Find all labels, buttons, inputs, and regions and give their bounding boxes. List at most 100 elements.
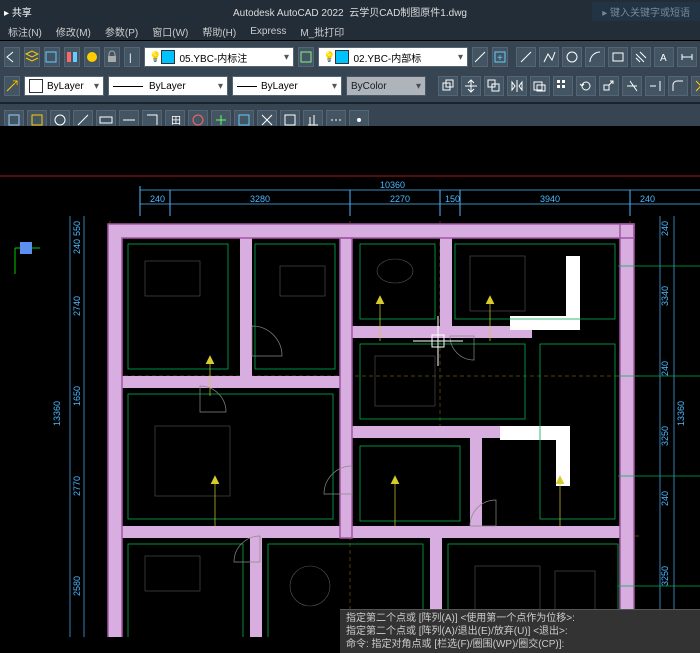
green-borders: [128, 244, 700, 637]
svg-text:240: 240: [660, 221, 670, 236]
text-icon[interactable]: A: [654, 47, 674, 67]
svg-text:3340: 3340: [660, 286, 670, 306]
svg-text:10360: 10360: [380, 180, 405, 190]
layer-name: 05.YBC-内标注: [179, 50, 247, 65]
layerstate-icon[interactable]: [298, 47, 314, 67]
line-icon[interactable]: [516, 47, 536, 67]
svg-text:13360: 13360: [676, 401, 686, 426]
menu-window[interactable]: 窗口(W): [152, 24, 188, 39]
chevron-down-icon: ▾: [218, 81, 223, 92]
layer-name: 02.YBC-内部标: [353, 50, 421, 65]
layeriso-icon[interactable]: [64, 47, 80, 67]
offset-icon[interactable]: [530, 76, 550, 96]
scale-icon[interactable]: [599, 76, 619, 96]
ribbon-top: | 💡 05.YBC-内标注 ▾ 💡 02.YBC-内部标 ▾ + A: [0, 40, 700, 103]
svg-text:+: +: [497, 53, 503, 64]
linetype-select[interactable]: ByLayer ▾: [108, 76, 228, 96]
svg-text:3250: 3250: [660, 566, 670, 586]
chevron-down-icon: ▾: [284, 52, 289, 63]
share-label[interactable]: ▸ 共享: [4, 4, 32, 19]
cmd-line-3: 命令: 指定对角点或 [栏选(F)/圈围(WP)/圈交(CP)]:: [346, 638, 694, 651]
layer-dropdown-1[interactable]: 💡 05.YBC-内标注▾: [144, 47, 294, 67]
svg-text:240: 240: [660, 491, 670, 506]
menu-annotate[interactable]: 标注(N): [8, 24, 42, 39]
svg-text:A: A: [660, 53, 667, 64]
svg-text:3280: 3280: [250, 194, 270, 204]
svg-text:2270: 2270: [390, 194, 410, 204]
cmd-line-2: 指定第二个点或 [阵列(A)/退出(E)/放弃(U)] <退出>:: [346, 625, 694, 638]
svg-text:2770: 2770: [72, 476, 82, 496]
explode-icon[interactable]: [691, 76, 700, 96]
layer-dropdown-2[interactable]: 💡 02.YBC-内部标 ▾: [318, 47, 468, 67]
command-line[interactable]: 指定第二个点或 [阵列(A)] <使用第一个点作为位移>: 指定第二个点或 [阵…: [340, 609, 700, 653]
draw-toolbar: A: [516, 47, 700, 67]
modify-toolbar: [438, 76, 700, 96]
svg-text:240: 240: [150, 194, 165, 204]
layerfreeze-icon[interactable]: [84, 47, 100, 67]
linetype-value: ByLayer: [149, 81, 186, 92]
mirror-icon[interactable]: [507, 76, 527, 96]
menu-express[interactable]: Express: [250, 26, 286, 37]
bulb-icon: 💡: [323, 52, 335, 63]
lw-preview: [237, 86, 257, 87]
cmd-line-1: 指定第二个点或 [阵列(A)] <使用第一个点作为位移>:: [346, 612, 694, 625]
crosshair: [413, 316, 463, 366]
rect-icon[interactable]: [608, 47, 628, 67]
lineweight-select[interactable]: ByLayer ▾: [232, 76, 342, 96]
search-hint[interactable]: ▸ 键入关键字或短语: [592, 2, 700, 21]
menu-batchplot[interactable]: M_批打印: [300, 24, 344, 39]
svg-text:240: 240: [72, 239, 82, 254]
dim-right: 13360 240 3340 240 3250 240 3250: [660, 216, 686, 637]
lt-preview: [113, 86, 143, 87]
pline-icon[interactable]: [539, 47, 559, 67]
matchprop-icon[interactable]: [4, 76, 20, 96]
lineweight-value: ByLayer: [261, 81, 298, 92]
svg-text:240: 240: [640, 194, 655, 204]
array-icon[interactable]: [553, 76, 573, 96]
drawing-area[interactable]: 10360 240 3280 2270 150 3940 240 13360 5…: [0, 126, 700, 637]
chevron-down-icon: ▾: [332, 81, 337, 92]
dim-top: 10360 240 3280 2270 150 3940 240: [140, 180, 700, 216]
svg-text:2580: 2580: [72, 576, 82, 596]
copy-icon[interactable]: [484, 76, 504, 96]
ucs-icon: [15, 242, 40, 274]
layers-icon[interactable]: [24, 47, 40, 67]
draworder-icon[interactable]: [438, 76, 458, 96]
chevron-down-icon: ▾: [94, 81, 99, 92]
svg-text:240: 240: [660, 361, 670, 376]
color-value: ByLayer: [47, 81, 84, 92]
svg-text:1650: 1650: [72, 386, 82, 406]
plotstyle-value: ByColor: [351, 81, 387, 92]
menu-help[interactable]: 帮助(H): [202, 24, 236, 39]
fillet-icon[interactable]: [668, 76, 688, 96]
swatch-icon: [335, 50, 349, 64]
title-bar: ▸ 共享 Autodesk AutoCAD 2022 云学贝CAD制图原件1.d…: [0, 0, 700, 22]
layerprop-icon[interactable]: [44, 47, 60, 67]
chevron-down-icon: ▾: [416, 81, 421, 92]
dim-icon[interactable]: [677, 47, 697, 67]
svg-text:3250: 3250: [660, 426, 670, 446]
matchlayer-icon[interactable]: [472, 47, 488, 67]
layerlock-icon[interactable]: [104, 47, 120, 67]
pipe-icon[interactable]: |: [124, 47, 140, 67]
arc-icon[interactable]: [585, 47, 605, 67]
color-swatch: [29, 79, 43, 93]
move-icon[interactable]: [461, 76, 481, 96]
color-select[interactable]: ByLayer ▾: [24, 76, 104, 96]
hatch-icon[interactable]: [631, 47, 651, 67]
circle-icon[interactable]: [562, 47, 582, 67]
menu-modify[interactable]: 修改(M): [56, 24, 91, 39]
back-icon[interactable]: [4, 47, 20, 67]
plotstyle-select[interactable]: ByColor ▾: [346, 76, 426, 96]
svg-text:|: |: [129, 53, 132, 64]
chevron-down-icon: ▾: [458, 52, 463, 63]
extend-icon[interactable]: [645, 76, 665, 96]
menu-bar: 标注(N) 修改(M) 参数(P) 窗口(W) 帮助(H) Express M_…: [0, 22, 700, 40]
layermake-icon[interactable]: +: [492, 47, 508, 67]
svg-text:150: 150: [445, 194, 460, 204]
trim-icon[interactable]: [622, 76, 642, 96]
menu-param[interactable]: 参数(P): [105, 24, 138, 39]
svg-text:3940: 3940: [540, 194, 560, 204]
app-title: Autodesk AutoCAD 2022 云学贝CAD制图原件1.dwg: [233, 4, 467, 19]
rotate-icon[interactable]: [576, 76, 596, 96]
